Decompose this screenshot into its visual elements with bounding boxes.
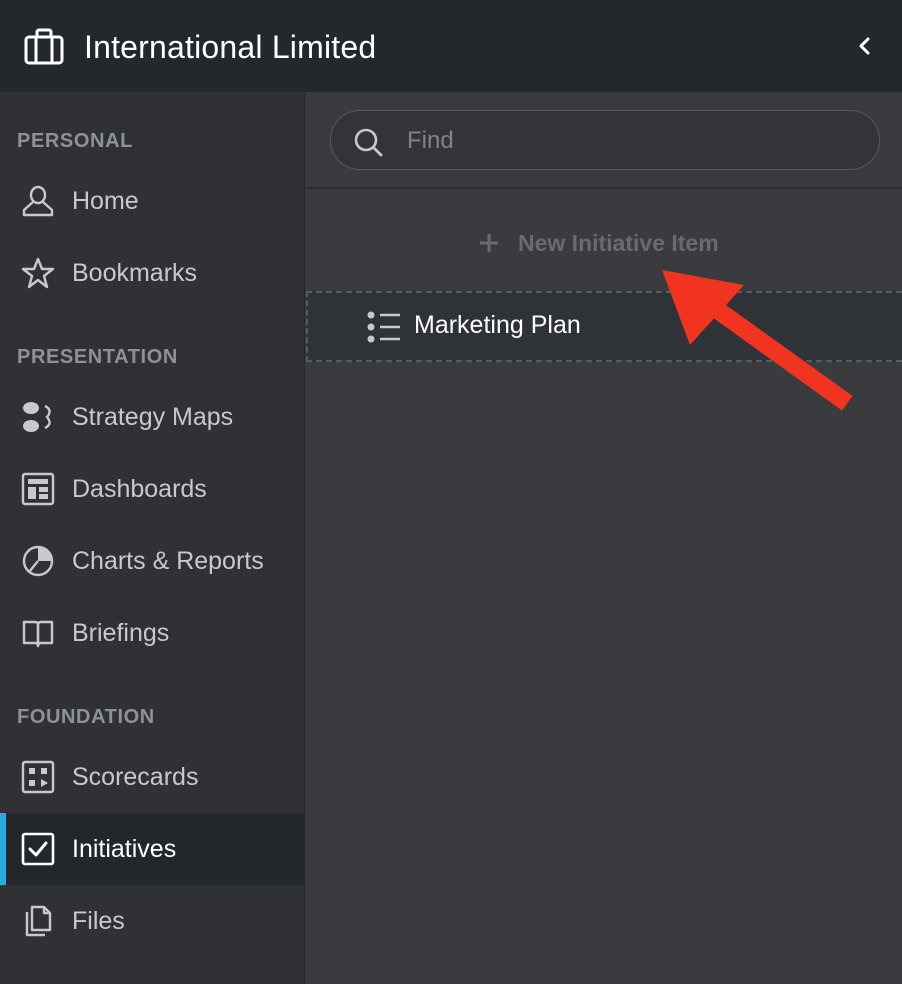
checkbox-icon	[20, 831, 56, 867]
section-title-foundation: FOUNDATION	[17, 706, 155, 728]
sidebar-item-home[interactable]: Home	[0, 165, 305, 237]
org-name: International Limited	[84, 29, 377, 65]
sidebar-item-initiatives[interactable]: Initiatives	[0, 813, 305, 885]
strategy-map-icon	[20, 399, 56, 435]
section-title-personal: PERSONAL	[17, 130, 133, 152]
sidebar-item-label: Charts & Reports	[72, 546, 264, 575]
chevron-left-icon[interactable]	[852, 32, 876, 60]
files-icon	[20, 903, 56, 939]
section-title-presentation: PRESENTATION	[17, 346, 178, 368]
search-input[interactable]	[405, 123, 855, 159]
list-item-label: Marketing Plan	[414, 311, 581, 339]
sidebar-item-dashboards[interactable]: Dashboards	[0, 453, 305, 525]
sidebar-item-label: Dashboards	[72, 474, 207, 503]
plus-icon	[480, 234, 498, 252]
sidebar-item-scorecards[interactable]: Scorecards	[0, 741, 305, 813]
main-panel: New Initiative Item Marketing Plan	[306, 92, 902, 984]
sidebar-item-label: Files	[72, 906, 125, 935]
sidebar-item-files[interactable]: Files	[0, 885, 305, 957]
sidebar-item-bookmarks[interactable]: Bookmarks	[0, 237, 305, 309]
sidebar: PERSONAL Home Bookmarks PRESENTATION Str…	[0, 92, 305, 984]
list-icon	[367, 311, 400, 343]
sidebar-item-label: Home	[72, 186, 139, 215]
search-bar	[306, 92, 902, 189]
sidebar-item-briefings[interactable]: Briefings	[0, 597, 305, 669]
sidebar-item-label: Scorecards	[72, 762, 199, 791]
sidebar-item-strategy-maps[interactable]: Strategy Maps	[0, 381, 305, 453]
list-item[interactable]: Marketing Plan	[306, 291, 902, 362]
app-header: International Limited	[0, 0, 902, 92]
sidebar-item-label: Bookmarks	[72, 258, 198, 287]
sidebar-item-label: Initiatives	[72, 834, 177, 863]
new-initiative-item-button[interactable]: New Initiative Item	[478, 225, 719, 261]
briefcase-icon	[24, 28, 64, 65]
active-indicator	[0, 813, 6, 885]
sidebar-item-charts-reports[interactable]: Charts & Reports	[0, 525, 305, 597]
pie-chart-icon	[20, 543, 56, 579]
new-item-label: New Initiative Item	[518, 229, 719, 256]
star-icon	[20, 255, 56, 291]
sidebar-item-label: Briefings	[72, 618, 170, 647]
search-box[interactable]	[330, 110, 880, 170]
search-icon	[354, 128, 383, 157]
sidebar-item-label: Strategy Maps	[72, 402, 234, 431]
person-icon	[20, 183, 56, 219]
dashboard-icon	[20, 471, 56, 507]
book-icon	[20, 615, 56, 651]
scorecard-icon	[20, 759, 56, 795]
